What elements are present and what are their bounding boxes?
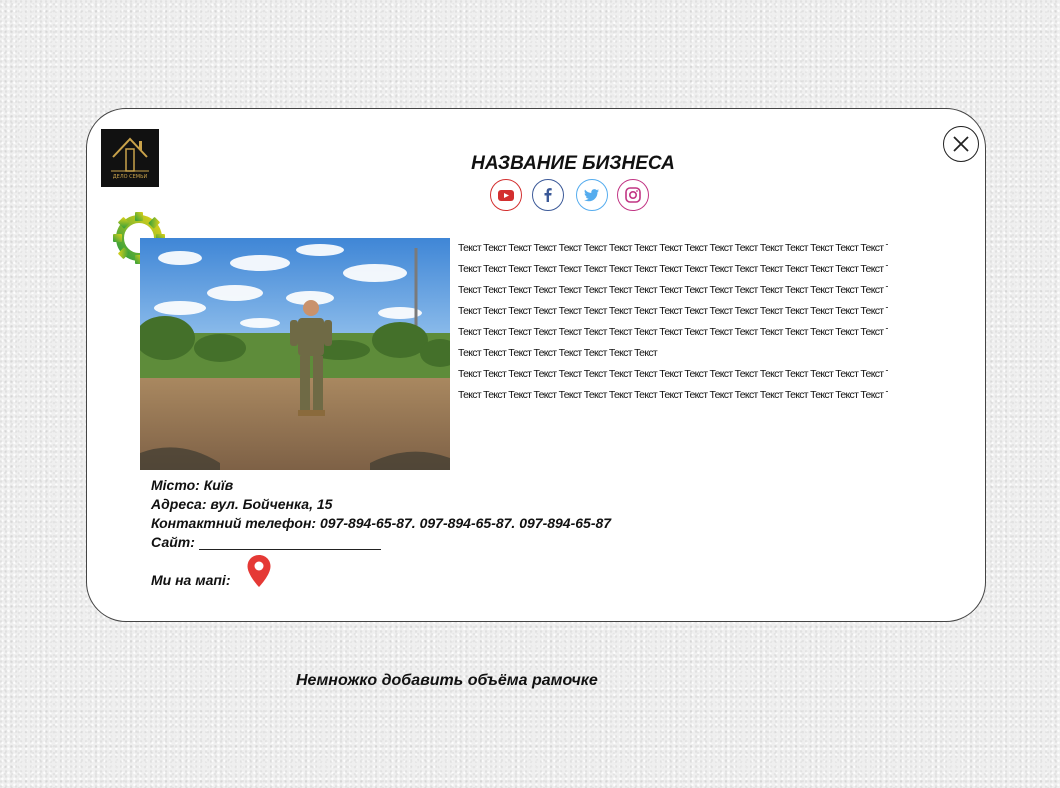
description-line: Текст Текст Текст Текст Текст Текст Текс… bbox=[458, 389, 888, 401]
description-line: Текст Текст Текст Текст Текст Текст Текс… bbox=[458, 263, 888, 275]
logo-text: ДЕЛО СЕМЬИ bbox=[113, 174, 148, 180]
business-logo: ДЕЛО СЕМЬИ bbox=[101, 129, 159, 187]
close-button[interactable] bbox=[943, 126, 979, 162]
map-label: Ми на мапі: bbox=[151, 572, 231, 588]
phone-label: Контактний телефон: 097-894-65-87. 097-8… bbox=[151, 515, 612, 531]
description-line: Текст Текст Текст Текст Текст Текст Текс… bbox=[458, 242, 888, 254]
description-line: Текст Текст Текст Текст Текст Текст Текс… bbox=[458, 368, 888, 380]
twitter-icon bbox=[584, 189, 599, 202]
description-line: Текст Текст Текст Текст Текст Текст Текс… bbox=[458, 284, 888, 296]
description-line: Текст Текст Текст Текст Текст Текст Текс… bbox=[458, 305, 888, 317]
facebook-icon bbox=[544, 188, 552, 202]
site-row: Сайт: bbox=[151, 534, 381, 550]
youtube-icon bbox=[498, 190, 514, 201]
business-title: НАЗВАНИЕ БИЗНЕСА bbox=[471, 153, 675, 174]
facebook-button[interactable] bbox=[532, 179, 564, 211]
site-label: Сайт: bbox=[151, 534, 195, 550]
instagram-button[interactable] bbox=[617, 179, 649, 211]
youtube-button[interactable] bbox=[490, 179, 522, 211]
close-icon bbox=[953, 136, 969, 152]
designer-note: Немножко добавить объёма рамочке bbox=[296, 672, 598, 689]
description-line: Текст Текст Текст Текст Текст Текст Текс… bbox=[458, 347, 658, 359]
business-description: Текст Текст Текст Текст Текст Текст Текс… bbox=[458, 238, 888, 406]
business-photo bbox=[140, 238, 450, 470]
site-link[interactable] bbox=[198, 535, 381, 550]
description-line: Текст Текст Текст Текст Текст Текст Текс… bbox=[458, 326, 888, 338]
city-label: Місто: Київ bbox=[151, 477, 234, 493]
address-label: Адреса: вул. Бойченка, 15 bbox=[151, 496, 333, 512]
map-pin-icon[interactable] bbox=[246, 554, 272, 593]
twitter-button[interactable] bbox=[576, 179, 608, 211]
instagram-icon bbox=[625, 187, 641, 203]
